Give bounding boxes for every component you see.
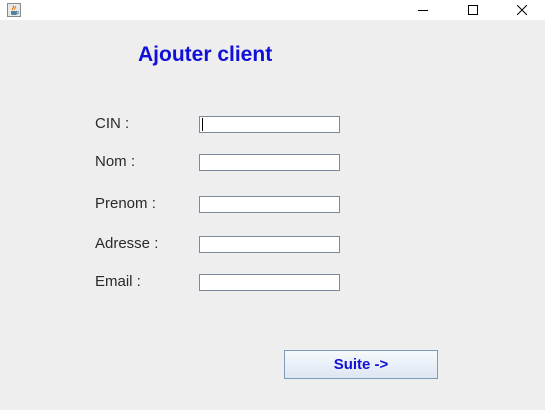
minimize-icon [418,10,428,11]
adresse-label: Adresse : [95,235,159,252]
email-field[interactable] [199,274,340,291]
text-cursor [202,118,203,131]
close-icon [517,5,527,15]
window-titlebar [0,0,545,20]
email-label: Email : [95,273,141,290]
cin-field[interactable] [199,116,340,133]
form-panel: Ajouter client CIN : Nom : Prenom : Adre… [0,20,545,410]
nom-label: Nom : [95,153,136,170]
prenom-field[interactable] [199,196,340,213]
java-cup-icon[interactable] [6,2,22,18]
close-button[interactable] [499,0,545,20]
minimize-button[interactable] [400,0,446,20]
form-title: Ajouter client [138,43,273,66]
prenom-label: Prenom : [95,195,156,212]
nom-field[interactable] [199,154,340,171]
suite-button[interactable]: Suite -> [284,350,438,379]
maximize-button[interactable] [450,0,496,20]
adresse-field[interactable] [199,236,340,253]
cin-label: CIN : [95,115,130,132]
maximize-icon [468,5,478,15]
